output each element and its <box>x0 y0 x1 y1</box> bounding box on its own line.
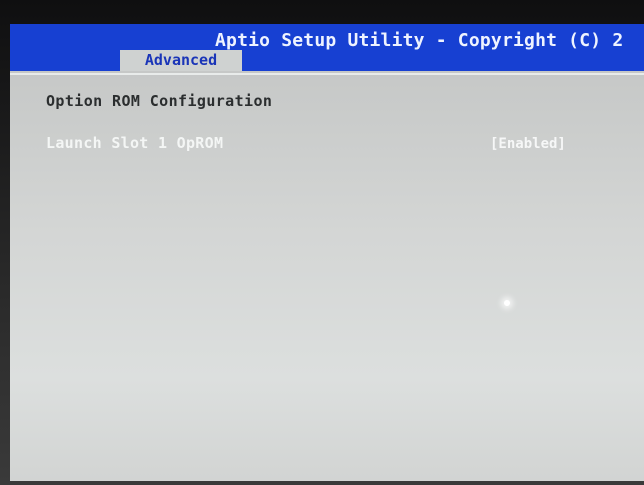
option-label: Launch Slot 1 OpROM <box>46 134 224 152</box>
utility-title: Aptio Setup Utility - Copyright (C) 2 <box>215 30 624 51</box>
bios-screen: Aptio Setup Utility - Copyright (C) 2 Ad… <box>10 24 644 481</box>
tab-advanced[interactable]: Advanced <box>120 50 242 71</box>
title-bar: Aptio Setup Utility - Copyright (C) 2 Ad… <box>10 24 644 71</box>
content-panel <box>10 71 644 481</box>
section-title: Option ROM Configuration <box>46 92 273 110</box>
divider <box>10 73 644 75</box>
option-launch-slot-1-oprom[interactable]: Launch Slot 1 OpROM [Enabled] <box>46 134 606 156</box>
screen-glare <box>504 300 510 306</box>
option-value[interactable]: [Enabled] <box>490 136 566 152</box>
